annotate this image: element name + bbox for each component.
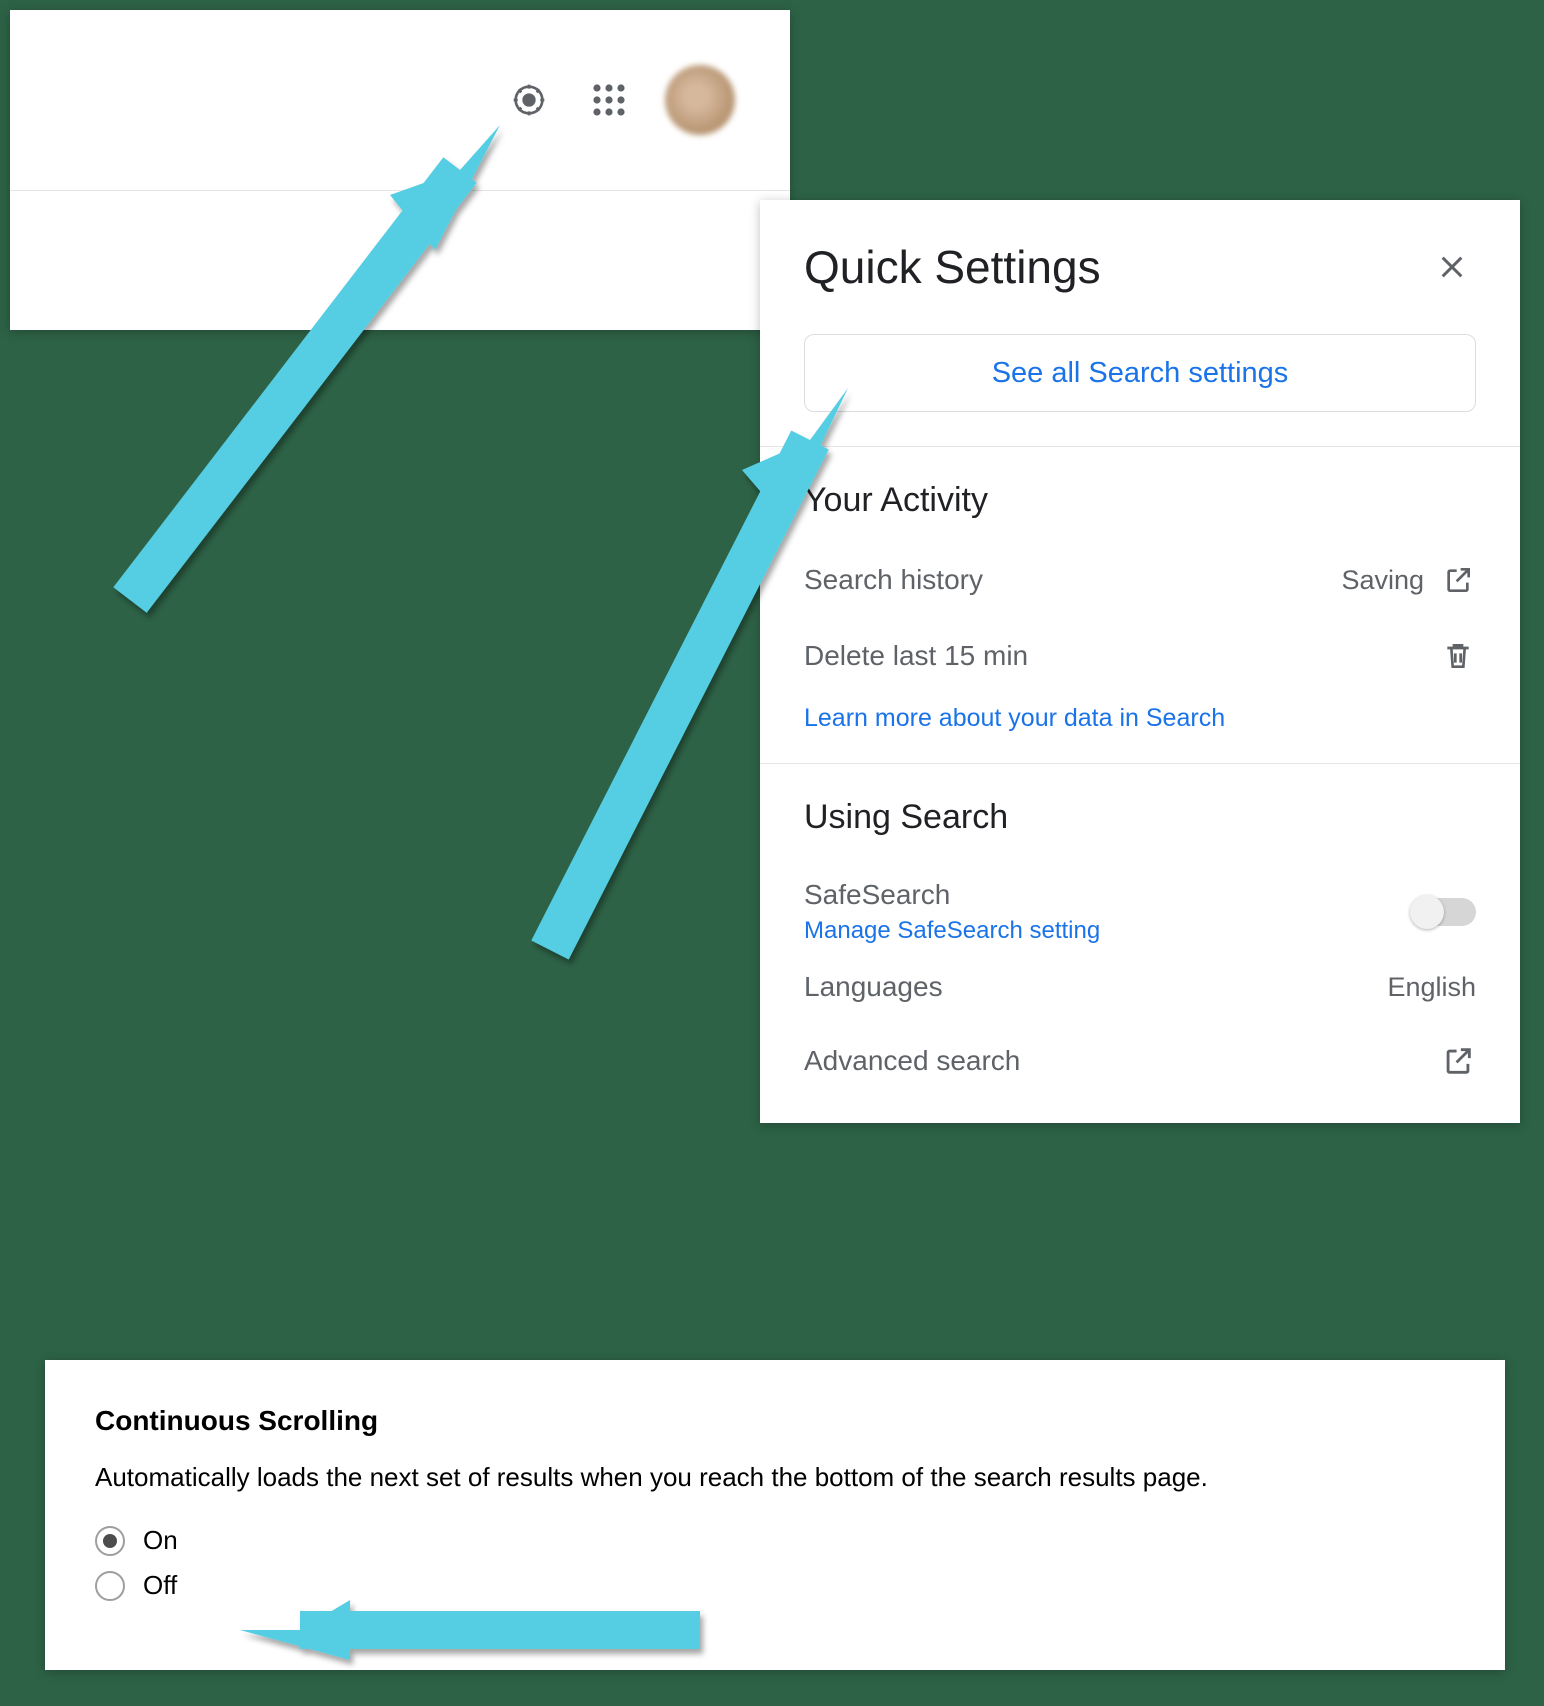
search-history-label: Search history bbox=[804, 564, 983, 596]
languages-value: English bbox=[1387, 972, 1476, 1003]
header-divider bbox=[10, 190, 790, 191]
quick-settings-title: Quick Settings bbox=[804, 240, 1101, 294]
manage-safesearch-link[interactable]: Manage SafeSearch setting bbox=[804, 917, 1100, 945]
external-link-icon bbox=[1440, 1043, 1476, 1079]
apps-icon[interactable] bbox=[585, 76, 633, 124]
advanced-search-item[interactable]: Advanced search bbox=[804, 1023, 1476, 1099]
external-link-icon bbox=[1440, 562, 1476, 598]
gear-icon[interactable] bbox=[505, 76, 553, 124]
continuous-title: Continuous Scrolling bbox=[95, 1405, 1455, 1437]
continuous-on-label: On bbox=[143, 1525, 178, 1556]
continuous-off-label: Off bbox=[143, 1570, 177, 1601]
delete-last-15-item[interactable]: Delete last 15 min bbox=[804, 618, 1476, 694]
radio-on-icon bbox=[95, 1526, 125, 1556]
your-activity-title: Your Activity bbox=[804, 481, 1476, 520]
trash-icon bbox=[1440, 638, 1476, 674]
continuous-desc: Automatically loads the next set of resu… bbox=[95, 1459, 1455, 1495]
header-row bbox=[10, 10, 790, 190]
safesearch-toggle[interactable] bbox=[1412, 898, 1476, 926]
close-icon[interactable] bbox=[1428, 243, 1476, 291]
search-header-panel bbox=[10, 10, 790, 330]
continuous-off-option[interactable]: Off bbox=[95, 1570, 1455, 1601]
using-search-title: Using Search bbox=[804, 798, 1476, 837]
advanced-search-label: Advanced search bbox=[804, 1045, 1020, 1077]
safesearch-label: SafeSearch bbox=[804, 879, 1100, 911]
search-history-status: Saving bbox=[1341, 565, 1424, 596]
search-history-item[interactable]: Search history Saving bbox=[804, 542, 1476, 618]
continuous-scrolling-panel: Continuous Scrolling Automatically loads… bbox=[45, 1360, 1505, 1670]
radio-off-icon bbox=[95, 1571, 125, 1601]
delete-last-15-label: Delete last 15 min bbox=[804, 640, 1028, 672]
quick-settings-panel: Quick Settings See all Search settings Y… bbox=[760, 200, 1520, 1123]
learn-more-link[interactable]: Learn more about your data in Search bbox=[804, 704, 1225, 732]
continuous-on-option[interactable]: On bbox=[95, 1525, 1455, 1556]
using-search-section: Using Search SafeSearch Manage SafeSearc… bbox=[760, 764, 1520, 1123]
avatar[interactable] bbox=[665, 65, 735, 135]
see-all-label: See all Search settings bbox=[992, 357, 1289, 390]
languages-label: Languages bbox=[804, 971, 943, 1003]
your-activity-section: Your Activity Search history Saving Dele… bbox=[760, 447, 1520, 763]
quick-settings-header: Quick Settings bbox=[760, 200, 1520, 324]
languages-item[interactable]: Languages English bbox=[804, 951, 1476, 1023]
see-all-search-settings-button[interactable]: See all Search settings bbox=[804, 334, 1476, 412]
safesearch-item: SafeSearch Manage SafeSearch setting bbox=[804, 859, 1476, 951]
